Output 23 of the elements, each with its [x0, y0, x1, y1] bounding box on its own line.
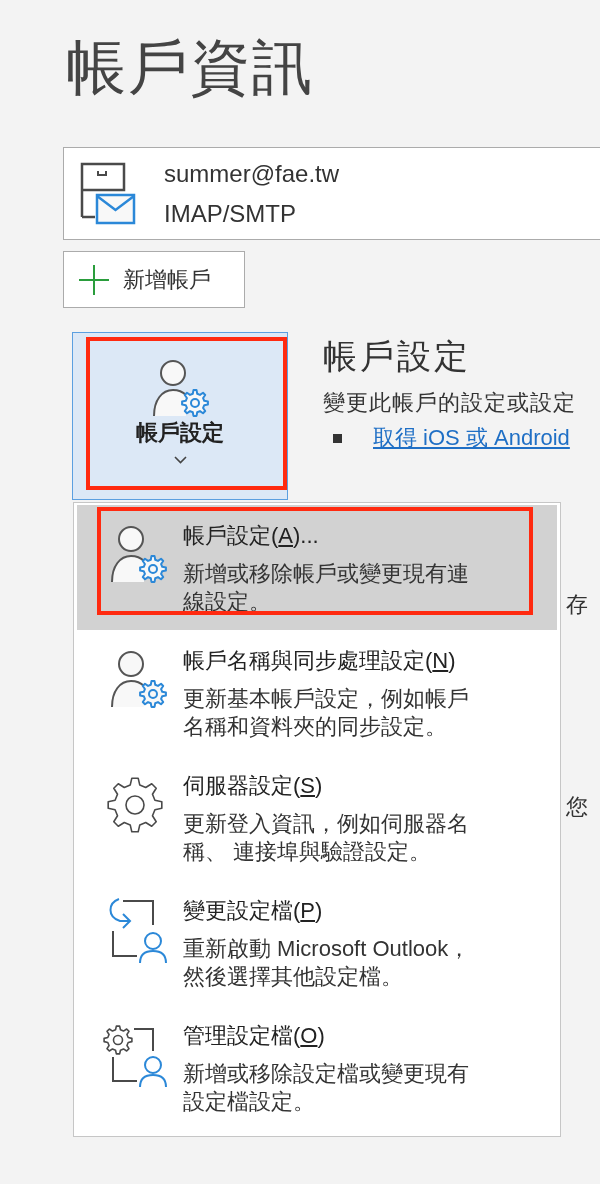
plus-icon	[79, 264, 109, 295]
account-settings-button[interactable]: 帳戶設定	[72, 332, 288, 500]
page-title: 帳戶資訊	[66, 33, 315, 103]
account-email: summer@fae.tw	[164, 158, 340, 189]
partial-text: 您	[566, 793, 589, 821]
gear-icon	[107, 777, 163, 833]
menu-item[interactable]: 帳戶名稱與同步處理設定(N) 更新基本帳戶設定，例如帳戶名稱和資料夾的同步設定。	[77, 630, 557, 755]
add-account-button[interactable]: 新增帳戶	[63, 251, 245, 308]
section-heading: 帳戶設定	[323, 336, 472, 377]
person-gear-icon	[110, 525, 167, 583]
chevron-down-icon	[173, 456, 187, 464]
gear-person-icon	[103, 1025, 167, 1087]
section-description: 變更此帳戶的設定或設定	[323, 389, 576, 417]
person-gear-icon	[151, 359, 209, 417]
partial-text: 存	[566, 591, 589, 619]
person-gear-icon	[110, 650, 167, 708]
ios-android-link[interactable]: 取得 iOS 或 Android	[373, 424, 570, 452]
menu-item[interactable]: 管理設定檔(O) 新增或移除設定檔或變更現有設定檔設定。	[77, 1005, 557, 1130]
menu-item[interactable]: 伺服器設定(S) 更新登入資訊，例如伺服器名稱、 連接埠與驗證設定。	[77, 755, 557, 880]
cabinet-envelope-icon	[80, 162, 136, 225]
account-type: IMAP/SMTP	[164, 198, 297, 229]
menu-item[interactable]: 變更設定檔(P) 重新啟動 Microsoft Outlook，然後選擇其他設定檔。	[77, 880, 557, 1005]
bullet-icon	[333, 433, 342, 443]
